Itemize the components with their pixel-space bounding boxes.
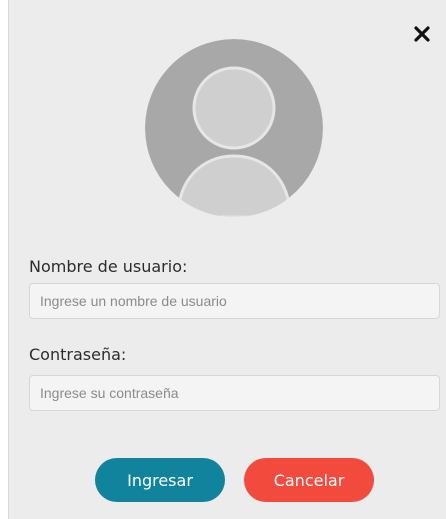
cancel-button[interactable]: Cancelar <box>244 458 374 502</box>
password-input[interactable] <box>29 375 440 411</box>
login-button[interactable]: Ingresar <box>95 458 225 502</box>
close-icon <box>414 26 430 42</box>
username-label: Nombre de usuario: <box>29 257 188 276</box>
username-input[interactable] <box>29 283 440 319</box>
close-button[interactable] <box>414 26 430 42</box>
user-avatar <box>145 39 323 217</box>
password-label: Contraseña: <box>29 345 127 364</box>
user-avatar-icon <box>145 39 323 217</box>
login-dialog: Nombre de usuario: Contraseña: Ingresar … <box>8 0 446 519</box>
